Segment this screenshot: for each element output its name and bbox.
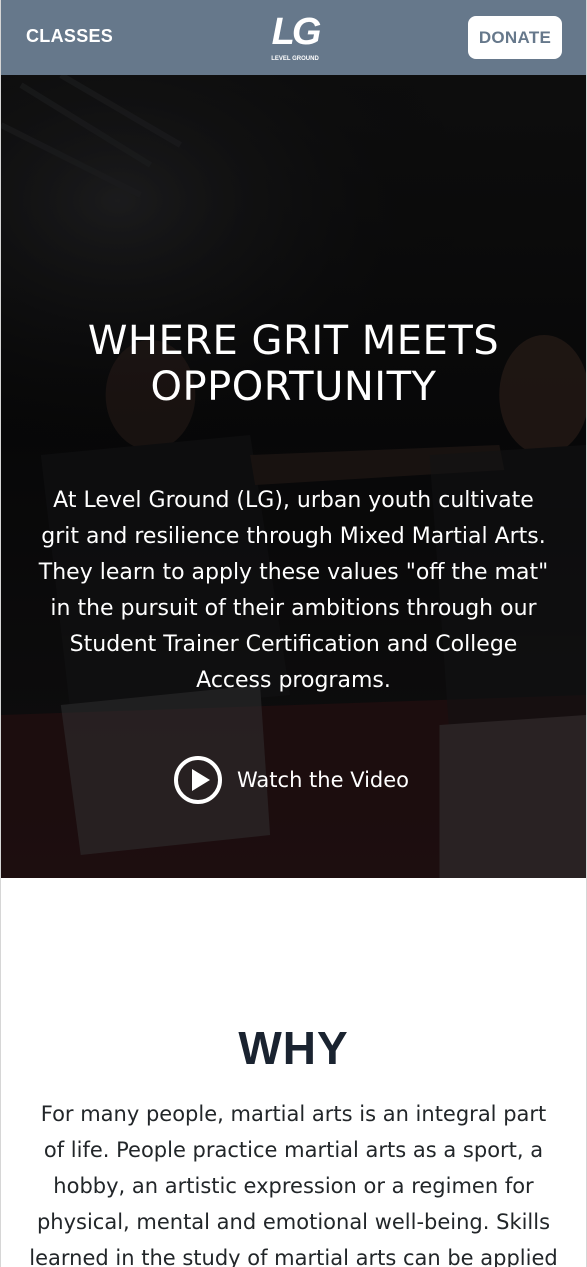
logo-icon: LG LEVEL GROUND	[271, 11, 324, 62]
hero-section: WHERE GRIT MEETS OPPORTUNITY At Level Gr…	[1, 75, 586, 878]
watch-video-link[interactable]: Watch the Video	[173, 755, 409, 805]
hero-title-line2: OPPORTUNITY	[150, 364, 437, 410]
hero-title: WHERE GRIT MEETS OPPORTUNITY	[41, 318, 546, 410]
svg-text:LEVEL GROUND: LEVEL GROUND	[271, 56, 319, 62]
svg-text:LG: LG	[272, 11, 321, 53]
top-navigation-bar: CLASSES LG LEVEL GROUND DONATE	[1, 0, 586, 75]
watch-video-label: Watch the Video	[237, 768, 410, 792]
page: CLASSES LG LEVEL GROUND DONATE WHERE GRI…	[0, 0, 587, 1267]
hero-description: At Level Ground (LG), urban youth cultiv…	[38, 488, 549, 693]
level-ground-logo[interactable]: LG LEVEL GROUND	[267, 4, 324, 68]
play-icon	[174, 756, 222, 804]
why-heading: WHY	[238, 1022, 349, 1074]
donate-button[interactable]: DONATE	[468, 16, 562, 59]
classes-nav-link[interactable]: CLASSES	[26, 26, 113, 47]
hero-title-line1: WHERE GRIT MEETS	[87, 318, 500, 364]
why-paragraph: For many people, martial arts is an inte…	[29, 1102, 558, 1267]
why-section: WHY For many people, martial arts is an …	[1, 878, 586, 1267]
